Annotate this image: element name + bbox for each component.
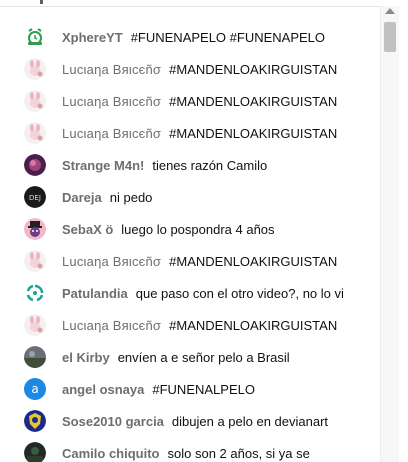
chat-message[interactable]: Lucιaηa Bяιcєñσ #MANDENLOAKIRGUISTAN xyxy=(0,85,380,117)
chat-message[interactable]: XphereYT #FUNENAPELO #FUNENAPELO xyxy=(0,21,380,53)
author-name[interactable]: Patulandia xyxy=(62,286,128,301)
scrollbar-thumb[interactable] xyxy=(384,22,396,52)
message-text: #MANDENLOAKIRGUISTAN xyxy=(169,93,338,109)
avatar-letter: a xyxy=(31,382,39,396)
purple-photo-avatar[interactable] xyxy=(24,154,46,176)
chat-message[interactable]: Lucιaηa Bяιcєñσ #MANDENLOAKIRGUISTAN xyxy=(0,117,380,149)
teal-ring-avatar[interactable] xyxy=(24,282,46,304)
chat-message[interactable]: Lucιaηa Bяιcєñσ #MANDENLOAKIRGUISTAN xyxy=(0,309,380,341)
bunny-avatar[interactable] xyxy=(24,314,46,336)
bunny-avatar[interactable] xyxy=(24,90,46,112)
bunny-avatar[interactable] xyxy=(24,58,46,80)
bunny-avatar[interactable] xyxy=(24,250,46,272)
author-name[interactable]: Lucιaηa Bяιcєñσ xyxy=(62,254,161,269)
badge-avatar[interactable] xyxy=(24,410,46,432)
alarm-clock-avatar[interactable] xyxy=(24,26,46,48)
svg-text:DEJ: DEJ xyxy=(29,194,41,202)
message-text: #MANDENLOAKIRGUISTAN xyxy=(169,253,338,269)
chat-scrollbar[interactable] xyxy=(380,6,399,462)
author-name[interactable]: Lucιaηa Bяιcєñσ xyxy=(62,94,161,109)
scroll-up-arrow-icon[interactable] xyxy=(385,8,395,14)
author-name[interactable]: Lucιaηa Bяιcєñσ xyxy=(62,62,161,77)
author-name[interactable]: angel osnaya xyxy=(62,382,144,397)
chat-header-edge xyxy=(0,0,380,7)
chat-message[interactable]: SebaX ö luego lo pospondra 4 años xyxy=(0,213,380,245)
message-text: ni pedo xyxy=(109,189,153,205)
author-name[interactable]: Camilo chiquito xyxy=(62,446,160,461)
chat-message-list[interactable]: XphereYT #FUNENAPELO #FUNENAPELO Lucιaηa… xyxy=(0,21,380,462)
letter-avatar[interactable]: a xyxy=(24,378,46,400)
chat-message[interactable]: Lucιaηa Bяιcєñσ #MANDENLOAKIRGUISTAN xyxy=(0,53,380,85)
bunny-avatar[interactable] xyxy=(24,122,46,144)
author-name[interactable]: Lucιaηa Bяιcєñσ xyxy=(62,126,161,141)
chat-message[interactable]: Camilo chiquito solo son 2 años, si ya s… xyxy=(0,437,380,462)
author-name[interactable]: Lucιaηa Bяιcєñσ xyxy=(62,318,161,333)
author-name[interactable]: XphereYT xyxy=(62,30,123,45)
message-text: #MANDENLOAKIRGUISTAN xyxy=(169,125,338,141)
chat-message[interactable]: DEJ Dareja ni pedo xyxy=(0,181,380,213)
author-name[interactable]: Dareja xyxy=(62,190,102,205)
message-text: tienes razón Camilo xyxy=(152,157,268,173)
message-text: #MANDENLOAKIRGUISTAN xyxy=(169,61,338,77)
message-text: dibujen a pelo en devianart xyxy=(171,413,329,429)
author-name[interactable]: SebaX ö xyxy=(62,222,113,237)
message-text: #FUNENAPELO #FUNENAPELO xyxy=(130,29,326,45)
dark-photo-avatar[interactable] xyxy=(24,442,46,462)
chat-message[interactable]: Lucιaηa Bяιcєñσ #MANDENLOAKIRGUISTAN xyxy=(0,245,380,277)
character-avatar[interactable] xyxy=(24,218,46,240)
message-text: #FUNENALPELO xyxy=(152,381,255,397)
message-text: solo son 2 años, si ya se xyxy=(167,445,310,461)
message-text: que paso con el otro video?, no lo vi xyxy=(135,285,344,301)
photo-avatar[interactable] xyxy=(24,346,46,368)
chat-message[interactable]: Patulandia que paso con el otro video?, … xyxy=(0,277,380,309)
author-name[interactable]: Sose2010 garcia xyxy=(62,414,164,429)
author-name[interactable]: el Kirby xyxy=(62,350,110,365)
chat-message[interactable]: Strange M4n! tienes razón Camilo xyxy=(0,149,380,181)
chat-message[interactable]: a angel osnaya #FUNENALPELO xyxy=(0,373,380,405)
dark-logo-avatar[interactable]: DEJ xyxy=(24,186,46,208)
chat-message[interactable]: Sose2010 garcia dibujen a pelo en devian… xyxy=(0,405,380,437)
message-text: #MANDENLOAKIRGUISTAN xyxy=(169,317,338,333)
message-text: luego lo pospondra 4 años xyxy=(121,221,275,237)
chat-message[interactable]: el Kirby envíen a e señor pelo a Brasil xyxy=(0,341,380,373)
author-name[interactable]: Strange M4n! xyxy=(62,158,144,173)
message-text: envíen a e señor pelo a Brasil xyxy=(117,349,290,365)
live-chat-panel: XphereYT #FUNENAPELO #FUNENAPELO Lucιaηa… xyxy=(0,0,408,462)
